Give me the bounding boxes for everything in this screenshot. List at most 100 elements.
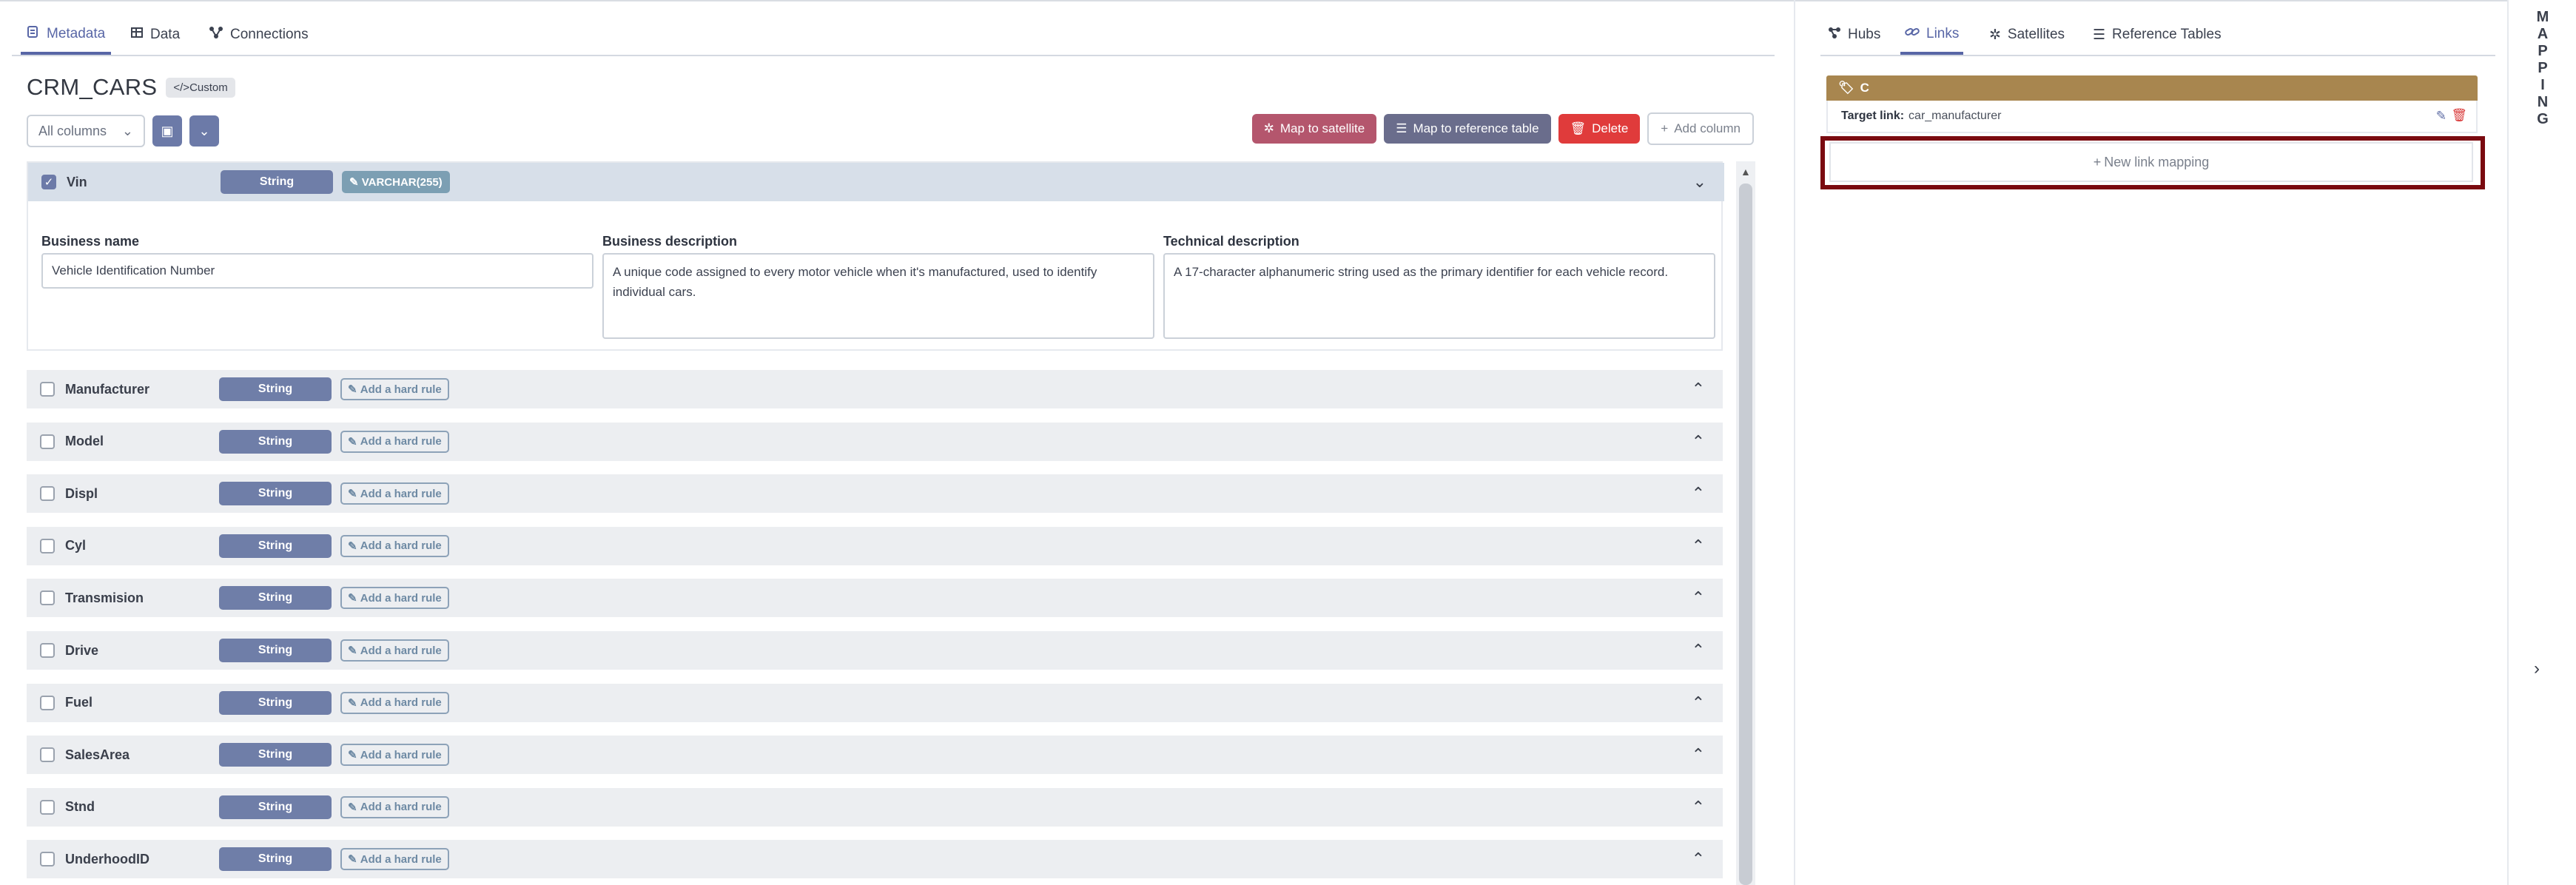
map-to-satellite-button[interactable]: ✲ Map to satellite bbox=[1251, 114, 1377, 144]
chevron-up-icon[interactable]: ⌃ bbox=[1692, 745, 1705, 764]
trash-icon[interactable]: 🗑 bbox=[2451, 108, 2467, 123]
chevron-down-icon[interactable]: ⌄ bbox=[1693, 172, 1706, 192]
tag-icon: 🏷 bbox=[1838, 81, 1854, 95]
wrench-icon: ✎ bbox=[348, 749, 360, 762]
tab-links[interactable]: Links bbox=[1900, 16, 1964, 55]
chevron-up-icon[interactable]: ⌃ bbox=[1692, 432, 1705, 451]
column-checkbox[interactable] bbox=[40, 747, 55, 763]
column-row[interactable]: SalesArea String ✎ Add a hard rule ⌃ bbox=[27, 736, 1723, 775]
column-row[interactable]: Transmision String ✎ Add a hard rule ⌃ bbox=[27, 579, 1723, 618]
type-badge[interactable]: String bbox=[219, 429, 332, 454]
chevron-up-icon[interactable]: ⌃ bbox=[1692, 380, 1705, 399]
column-row[interactable]: Cyl String ✎ Add a hard rule ⌃ bbox=[27, 526, 1723, 565]
hub-icon bbox=[1828, 27, 1841, 43]
column-checkbox[interactable] bbox=[40, 486, 55, 502]
tab-data[interactable]: Data bbox=[130, 16, 180, 53]
chevron-up-icon[interactable]: ⌃ bbox=[1692, 536, 1705, 556]
column-row[interactable]: Manufacturer String ✎ Add a hard rule ⌃ bbox=[27, 370, 1723, 408]
chevron-up-icon[interactable]: ⌃ bbox=[1692, 693, 1705, 713]
type-badge[interactable]: String bbox=[221, 170, 333, 194]
column-row[interactable]: Fuel String ✎ Add a hard rule ⌃ bbox=[27, 683, 1723, 722]
column-list-scrollbar[interactable]: ▲ bbox=[1736, 161, 1755, 885]
type-badge[interactable]: String bbox=[219, 534, 332, 558]
table-icon bbox=[130, 26, 144, 44]
column-name: Vin bbox=[67, 174, 87, 189]
type-badge[interactable]: String bbox=[219, 743, 332, 767]
type-badge[interactable]: String bbox=[219, 377, 332, 401]
column-name: Stnd bbox=[65, 799, 95, 815]
chevron-up-icon[interactable]: ⌃ bbox=[1692, 798, 1705, 817]
column-row[interactable]: UnderhoodID String ✎ Add a hard rule ⌃ bbox=[27, 840, 1723, 879]
chevron-up-icon[interactable]: ⌃ bbox=[1692, 484, 1705, 503]
column-name: SalesArea bbox=[65, 747, 130, 762]
column-header-vin[interactable]: ✓ Vin String ✎ VARCHAR(255) ⌄ bbox=[28, 163, 1724, 201]
column-row[interactable]: Displ String ✎ Add a hard rule ⌃ bbox=[27, 474, 1723, 514]
column-checkbox[interactable] bbox=[40, 434, 55, 449]
add-hard-rule-button[interactable]: ✎ Add a hard rule bbox=[340, 848, 449, 871]
column-checkbox[interactable] bbox=[40, 643, 55, 658]
add-hard-rule-button[interactable]: ✎ Add a hard rule bbox=[340, 639, 449, 662]
delete-button[interactable]: 🗑 Delete bbox=[1558, 114, 1641, 144]
type-badge[interactable]: String bbox=[219, 586, 332, 610]
column-row[interactable]: Stnd String ✎ Add a hard rule ⌃ bbox=[27, 787, 1723, 827]
hard-rule-badge[interactable]: ✎ VARCHAR(255) bbox=[342, 171, 450, 193]
wrench-icon: ✎ bbox=[349, 176, 362, 189]
link-card-body: Target link: car_manufacturer ✎ 🗑 bbox=[1826, 101, 2478, 133]
add-hard-rule-button[interactable]: ✎ Add a hard rule bbox=[340, 378, 449, 400]
chevron-right-icon[interactable]: › bbox=[2534, 659, 2540, 679]
tab-satellites[interactable]: ✲ Satellites bbox=[1989, 16, 2065, 53]
link-icon bbox=[1905, 26, 1920, 42]
add-hard-rule-button[interactable]: ✎ Add a hard rule bbox=[340, 795, 449, 818]
wrench-icon: ✎ bbox=[348, 696, 360, 710]
chevron-up-icon[interactable]: ⌃ bbox=[1692, 641, 1705, 660]
add-hard-rule-button[interactable]: ✎ Add a hard rule bbox=[340, 482, 449, 505]
column-checkbox[interactable] bbox=[40, 695, 55, 710]
tab-reference-tables[interactable]: ☰ Reference Tables bbox=[2093, 16, 2222, 53]
tab-hubs[interactable]: Hubs bbox=[1828, 16, 1880, 53]
type-badge[interactable]: String bbox=[219, 482, 332, 506]
new-link-mapping-button[interactable]: + New link mapping bbox=[1829, 142, 2473, 182]
add-hard-rule-button[interactable]: ✎ Add a hard rule bbox=[340, 430, 449, 453]
column-checkbox[interactable] bbox=[40, 799, 55, 815]
column-row[interactable]: Model String ✎ Add a hard rule ⌃ bbox=[27, 422, 1723, 461]
title-row: CRM_CARS </>Custom bbox=[27, 74, 235, 101]
add-hard-rule-button[interactable]: ✎ Add a hard rule bbox=[340, 534, 449, 557]
dropdown-button[interactable]: ⌄ bbox=[189, 115, 219, 147]
add-hard-rule-button[interactable]: ✎ Add a hard rule bbox=[340, 691, 449, 714]
column-name: Model bbox=[65, 434, 104, 449]
add-column-button[interactable]: + Add column bbox=[1647, 112, 1754, 145]
hard-rule-label: VARCHAR(255) bbox=[361, 175, 443, 189]
column-checkbox[interactable] bbox=[40, 852, 55, 867]
type-badge[interactable]: String bbox=[219, 639, 332, 662]
add-hard-rule-button[interactable]: ✎ Add a hard rule bbox=[340, 587, 449, 610]
mapping-panel: Hubs Links ✲ Satellites ☰ Reference Tabl… bbox=[1795, 0, 2507, 885]
technical-description-field[interactable]: A 17-character alphanumeric string used … bbox=[1163, 253, 1715, 339]
satellite-icon: ✲ bbox=[1263, 121, 1274, 135]
business-name-field[interactable]: Vehicle Identification Number bbox=[41, 253, 593, 289]
scrollbar-thumb[interactable] bbox=[1739, 184, 1752, 885]
column-checkbox[interactable] bbox=[40, 382, 55, 397]
column-filter-select[interactable]: All columns ⌄ bbox=[27, 115, 145, 147]
type-badge[interactable]: String bbox=[219, 847, 332, 872]
select-all-button[interactable]: ▣ bbox=[152, 115, 182, 147]
mapping-toggle-strip[interactable]: MAPPING › bbox=[2509, 0, 2576, 885]
chevron-up-icon[interactable]: ⌃ bbox=[1692, 588, 1705, 608]
column-checkbox[interactable] bbox=[40, 538, 55, 553]
type-badge[interactable]: String bbox=[219, 795, 332, 819]
map-to-reference-table-button[interactable]: ☰ Map to reference table bbox=[1384, 114, 1551, 144]
scroll-up-icon[interactable]: ▲ bbox=[1741, 166, 1751, 178]
business-description-field[interactable]: A unique code assigned to every motor ve… bbox=[602, 253, 1154, 339]
column-checkbox[interactable] bbox=[40, 590, 55, 606]
add-rule-label: Add a hard rule bbox=[360, 696, 442, 710]
page-title: CRM_CARS bbox=[27, 74, 158, 100]
column-row[interactable]: Drive String ✎ Add a hard rule ⌃ bbox=[27, 631, 1723, 670]
chevron-up-icon[interactable]: ⌃ bbox=[1692, 849, 1705, 869]
checkbox-square-icon: ▣ bbox=[161, 123, 174, 138]
tab-metadata[interactable]: Metadata bbox=[21, 16, 112, 55]
tab-connections[interactable]: Connections bbox=[209, 16, 309, 53]
column-name: Transmision bbox=[65, 590, 144, 605]
add-hard-rule-button[interactable]: ✎ Add a hard rule bbox=[340, 744, 449, 767]
column-checkbox[interactable]: ✓ bbox=[41, 175, 56, 189]
type-badge[interactable]: String bbox=[219, 690, 332, 715]
edit-icon[interactable]: ✎ bbox=[2436, 109, 2446, 124]
